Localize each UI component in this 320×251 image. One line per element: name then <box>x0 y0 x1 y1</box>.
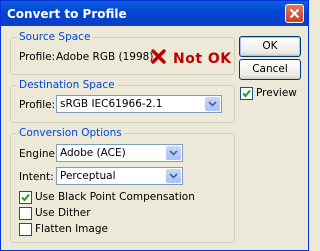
destination-profile-value: sRGB IEC61966-2.1 <box>60 98 163 110</box>
preview-checkbox[interactable] <box>240 87 253 100</box>
x-mark-icon <box>151 49 166 64</box>
not-ok-annotation: Not OK <box>173 51 232 67</box>
source-profile-label: Profile: <box>19 51 56 63</box>
close-button[interactable] <box>285 4 304 23</box>
engine-value: Adobe (ACE) <box>60 147 126 159</box>
checkmark-icon <box>242 89 251 98</box>
title-bar[interactable]: Convert to Profile <box>1 1 308 26</box>
destination-profile-dropdown-button[interactable] <box>205 97 220 111</box>
preview-label[interactable]: Preview <box>256 87 297 99</box>
source-space-legend: Source Space <box>19 31 91 43</box>
intent-value: Perceptual <box>60 170 116 182</box>
engine-label: Engine: <box>19 148 59 160</box>
destination-profile-label: Profile: <box>19 99 56 111</box>
intent-select[interactable]: Perceptual <box>56 167 183 185</box>
ok-button[interactable]: OK <box>239 36 301 57</box>
flatten-image-checkbox[interactable] <box>19 223 32 236</box>
use-dither-label[interactable]: Use Dither <box>35 207 91 219</box>
use-dither-checkbox[interactable] <box>19 207 32 220</box>
flatten-image-label[interactable]: Flatten Image <box>35 223 108 235</box>
close-icon <box>289 8 300 19</box>
engine-select[interactable]: Adobe (ACE) <box>56 144 183 162</box>
chevron-down-icon <box>169 173 178 179</box>
black-point-compensation-checkbox[interactable] <box>19 191 32 204</box>
intent-label: Intent: <box>19 171 54 183</box>
destination-profile-select[interactable]: sRGB IEC61966-2.1 <box>56 95 222 113</box>
cancel-button[interactable]: Cancel <box>239 59 301 80</box>
chevron-down-icon <box>169 150 178 156</box>
destination-space-legend: Destination Space <box>19 79 115 91</box>
checkmark-icon <box>21 193 30 202</box>
intent-dropdown-button[interactable] <box>166 169 181 183</box>
black-point-compensation-label[interactable]: Use Black Point Compensation <box>35 191 195 203</box>
engine-dropdown-button[interactable] <box>166 146 181 160</box>
conversion-options-legend: Conversion Options <box>19 127 122 139</box>
source-profile-value: Adobe RGB (1998) <box>56 51 154 63</box>
chevron-down-icon <box>208 101 217 107</box>
window-title: Convert to Profile <box>7 7 127 21</box>
convert-to-profile-dialog: Convert to Profile Source Space Profile:… <box>0 0 309 251</box>
